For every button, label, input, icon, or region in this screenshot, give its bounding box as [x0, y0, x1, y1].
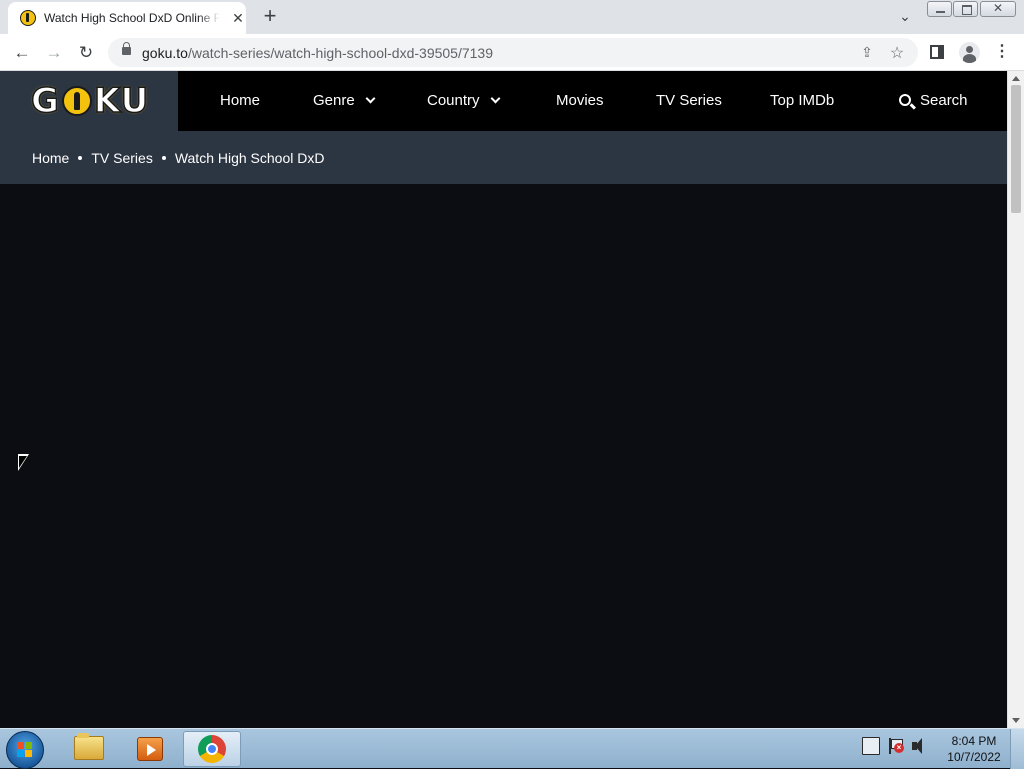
nav-search-label: Search [920, 92, 968, 109]
scroll-down-arrow-icon[interactable] [1012, 718, 1020, 723]
browser-toolbar: ← → ↻ goku.to/watch-series/watch-high-sc… [0, 34, 1024, 71]
breadcrumb-separator [161, 155, 166, 160]
nav-genre-label: Genre [313, 92, 355, 109]
breadcrumb-current: Watch High School DxD [174, 149, 325, 166]
breadcrumb-separator [78, 155, 83, 160]
start-button[interactable] [6, 731, 44, 769]
taskbar-chrome[interactable] [183, 731, 241, 767]
nav-home-label: Home [220, 92, 261, 109]
chrome-icon [198, 735, 226, 763]
logo-text-start: G [30, 80, 60, 122]
nav-home[interactable]: Home [220, 71, 260, 131]
breadcrumb-tv-series[interactable]: TV Series [91, 150, 152, 166]
nav-top-imdb-label: Top IMDb [770, 92, 835, 109]
tab-title: Watch High School DxD Online Free [44, 11, 220, 25]
side-panel-icon[interactable] [930, 45, 944, 59]
search-icon [899, 94, 911, 106]
nav-search[interactable]: Search [899, 71, 968, 131]
clock-time: 8:04 PM [951, 734, 997, 748]
show-desktop-button[interactable] [1010, 729, 1024, 769]
page-scrollbar[interactable] [1007, 71, 1024, 728]
lock-icon[interactable] [122, 42, 131, 55]
reload-button[interactable]: ↻ [75, 42, 97, 64]
dragon-ball-logo-icon [61, 86, 92, 116]
logo-area: G KU [0, 71, 178, 131]
bookmark-star-icon[interactable]: ☆ [888, 43, 906, 62]
nav-movies-label: Movies [556, 92, 604, 109]
clock-date: 10/7/2022 [947, 750, 1001, 764]
close-tab-icon[interactable]: ✕ [230, 10, 246, 26]
breadcrumb: Home TV Series Watch High School DxD [32, 131, 324, 184]
logo-text-end: KU [93, 80, 150, 122]
browser-menu-icon[interactable]: ⋮ [994, 43, 1010, 61]
scrollbar-thumb[interactable] [1011, 85, 1021, 213]
url-path: /watch-series/watch-high-school-dxd-3950… [187, 45, 493, 61]
site-logo[interactable]: G KU [30, 80, 150, 122]
mouse-cursor-icon [18, 454, 29, 471]
new-tab-button[interactable]: + [258, 4, 282, 28]
taskbar-clock[interactable]: 8:04 PM 10/7/2022 [944, 733, 1004, 765]
window-minimize-button[interactable] [927, 1, 952, 17]
web-page: G KU Home Genre Country Movies TV Series… [0, 71, 1007, 728]
browser-tab-strip: Watch High School DxD Online Free ✕ + ⌄ … [0, 0, 1024, 34]
window-maximize-button[interactable] [953, 1, 978, 17]
error-badge-icon: × [894, 743, 904, 753]
share-icon[interactable]: ⇪ [858, 44, 876, 62]
site-header: G KU Home Genre Country Movies TV Series… [0, 71, 1007, 131]
close-icon: ✕ [992, 1, 1004, 15]
browser-tab[interactable]: Watch High School DxD Online Free ✕ [8, 2, 246, 34]
chevron-down-icon [490, 93, 500, 104]
folder-icon [74, 733, 104, 760]
taskbar-media-player[interactable] [121, 731, 179, 767]
tab-search-icon[interactable]: ⌄ [896, 8, 914, 26]
media-player-icon [137, 737, 163, 761]
profile-avatar-icon[interactable] [959, 42, 980, 63]
nav-movies[interactable]: Movies [556, 71, 604, 131]
goku-favicon-icon [20, 10, 36, 26]
url-domain: goku.to [142, 45, 188, 61]
forward-button[interactable]: → [43, 42, 65, 64]
volume-icon[interactable] [910, 737, 928, 755]
nav-country-label: Country [427, 92, 480, 109]
action-center-flag-icon[interactable]: × [886, 737, 904, 755]
breadcrumb-home[interactable]: Home [32, 150, 69, 166]
window-close-button[interactable]: ✕ [980, 1, 1016, 17]
nav-country[interactable]: Country [427, 71, 500, 131]
scroll-up-arrow-icon[interactable] [1012, 76, 1020, 81]
address-bar[interactable]: goku.to/watch-series/watch-high-school-d… [108, 38, 918, 67]
back-button[interactable]: ← [11, 42, 33, 64]
windows-logo-icon [17, 742, 33, 758]
url-text[interactable]: goku.to/watch-series/watch-high-school-d… [142, 45, 493, 61]
breadcrumb-bar: Home TV Series Watch High School DxD [0, 131, 1007, 184]
nav-tv-series-label: TV Series [656, 92, 722, 109]
nav-tv-series[interactable]: TV Series [656, 71, 722, 131]
nav-top-imdb[interactable]: Top IMDb [770, 71, 834, 131]
windows-taskbar: × 8:04 PM 10/7/2022 [0, 728, 1024, 769]
taskbar-file-explorer[interactable] [60, 731, 118, 767]
video-player-area[interactable] [0, 184, 1007, 728]
system-tray: × [862, 737, 928, 759]
chevron-down-icon [365, 93, 376, 104]
nav-genre[interactable]: Genre [313, 71, 376, 131]
network-icon[interactable] [862, 737, 880, 755]
